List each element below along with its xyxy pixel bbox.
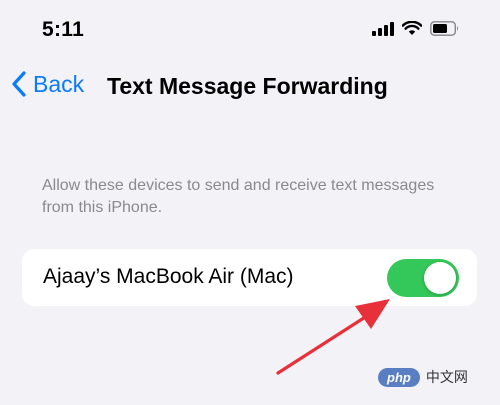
device-forwarding-toggle[interactable] <box>387 259 459 297</box>
watermark-text: 中文网 <box>425 369 468 385</box>
page-title: Text Message Forwarding <box>107 73 388 99</box>
status-bar: 5:11 <box>0 0 500 62</box>
back-button[interactable]: Back <box>10 70 84 98</box>
status-icons <box>372 21 460 36</box>
section-footer-text: Allow these devices to send and receive … <box>42 177 435 216</box>
watermark: php 中文网 <box>378 367 468 387</box>
device-row-macbook-air: Ajaay’s MacBook Air (Mac) <box>22 249 477 306</box>
status-time: 5:11 <box>42 18 85 41</box>
nav-bar: Back Text Message Forwarding <box>0 68 500 108</box>
watermark-logo: php <box>378 367 420 387</box>
toggle-knob <box>424 262 456 294</box>
wifi-icon <box>402 21 422 35</box>
battery-icon <box>430 21 458 36</box>
chevron-left-icon <box>12 71 26 97</box>
back-label: Back <box>33 70 85 97</box>
device-label: Ajaay’s MacBook Air (Mac) <box>43 265 294 288</box>
cellular-signal-icon <box>372 21 394 36</box>
